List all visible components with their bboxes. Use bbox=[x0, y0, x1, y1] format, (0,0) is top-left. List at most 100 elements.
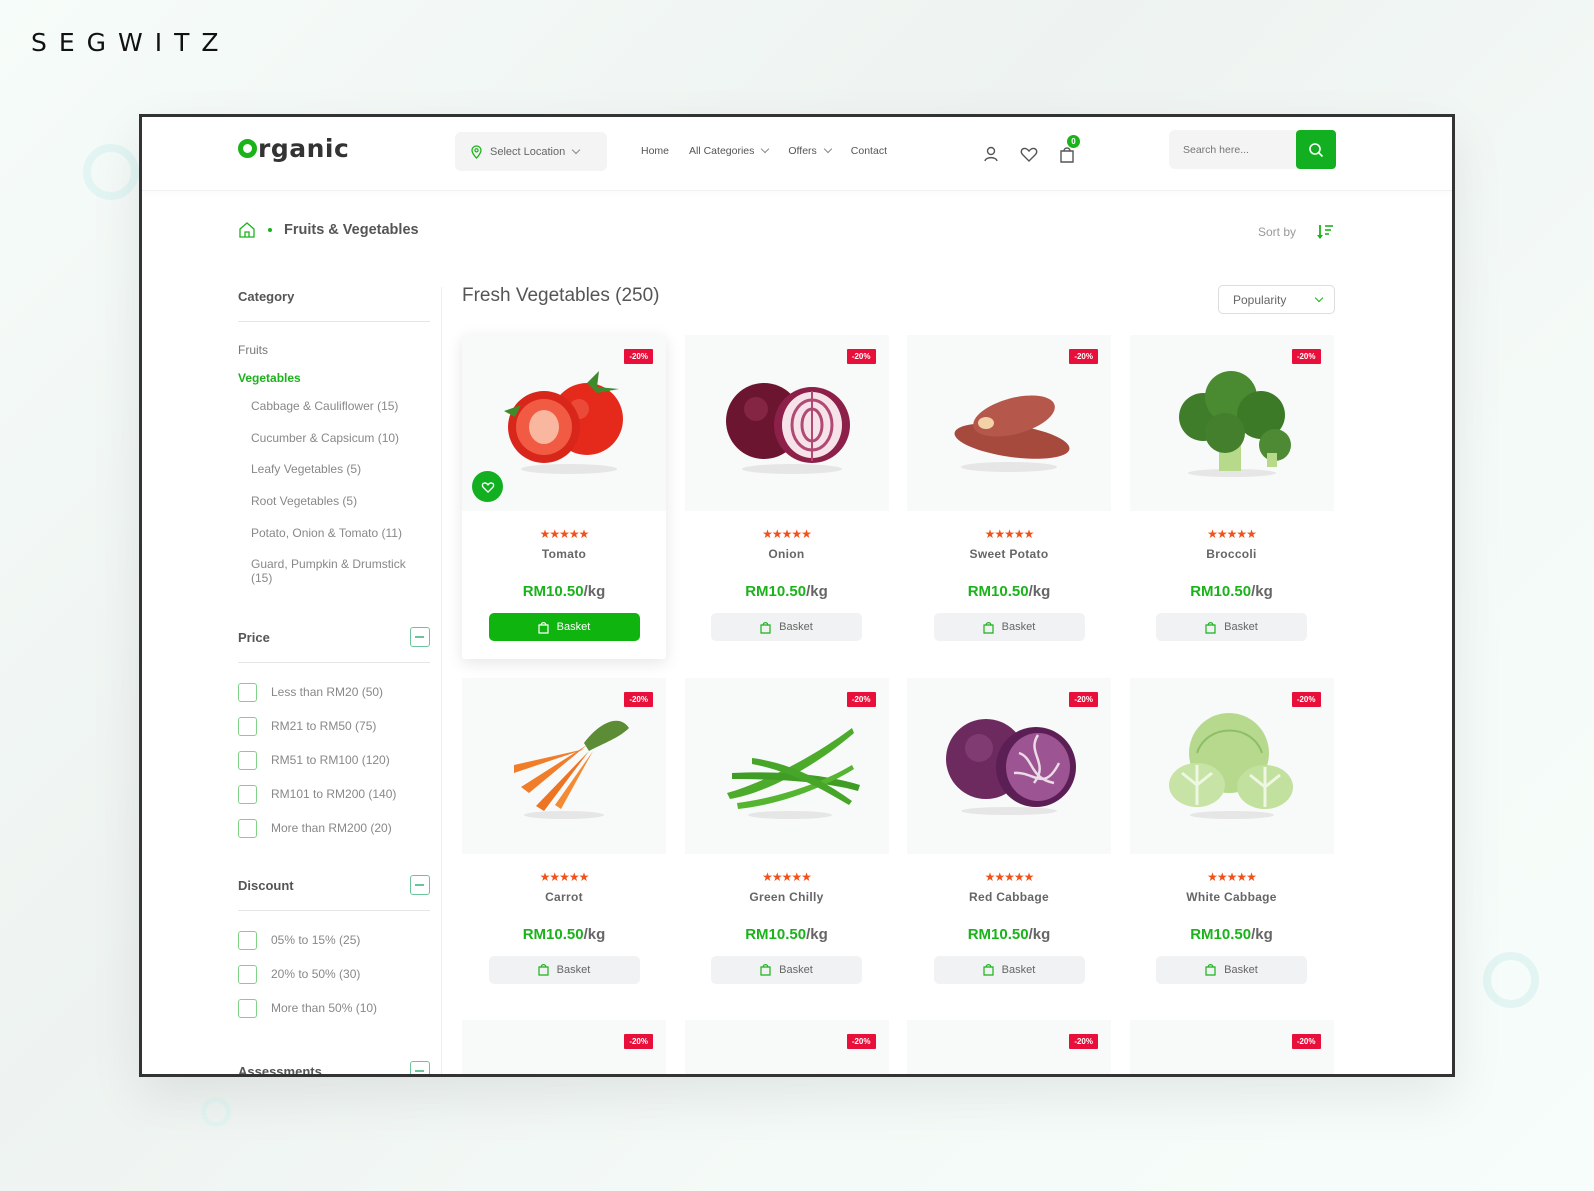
logo-o-icon bbox=[238, 139, 257, 158]
product-card[interactable]: -20% ★★★★★ Onion RM10.50/kg Basket bbox=[684, 335, 889, 659]
discount-option[interactable]: 05% to 15% (25) bbox=[238, 923, 430, 957]
green-chilly-image bbox=[712, 703, 862, 828]
subcategory-item[interactable]: Potato, Onion & Tomato (11) bbox=[238, 526, 430, 558]
account-button[interactable] bbox=[980, 143, 1002, 165]
discount-option[interactable]: More than 50% (10) bbox=[238, 991, 430, 1025]
price-option[interactable]: RM101 to RM200 (140) bbox=[238, 777, 430, 811]
product-card[interactable]: -20% ★★★★★ White Cabbage RM10.50/kg Bask… bbox=[1129, 677, 1334, 1002]
price-option[interactable]: RM21 to RM50 (75) bbox=[238, 709, 430, 743]
product-image[interactable]: -20% bbox=[462, 335, 666, 511]
product-image[interactable]: -20% bbox=[684, 1020, 889, 1074]
search-button[interactable] bbox=[1296, 130, 1336, 169]
price-unit: /kg bbox=[1028, 925, 1051, 943]
select-location-button[interactable]: Select Location bbox=[455, 132, 607, 171]
product-card[interactable]: -20% ★★★★★ Carrot RM10.50/kg Basket bbox=[462, 677, 666, 1002]
collapse-assessments-button[interactable] bbox=[410, 1061, 430, 1074]
option-label: More than 50% (10) bbox=[271, 1001, 378, 1016]
checkbox[interactable] bbox=[238, 682, 257, 702]
star-rating: ★★★★★ bbox=[539, 527, 590, 541]
category-fruits[interactable]: Fruits bbox=[238, 343, 430, 371]
site-logo[interactable]: rganic bbox=[238, 134, 349, 163]
divider bbox=[238, 910, 430, 912]
subcategory-item[interactable]: Guard, Pumpkin & Drumstick (15) bbox=[238, 557, 430, 589]
nav-home[interactable]: Home bbox=[641, 145, 669, 157]
breadcrumb-separator bbox=[268, 228, 272, 232]
price-amount: RM10.50 bbox=[745, 925, 807, 943]
star-rating: ★★★★★ bbox=[539, 869, 590, 884]
product-image[interactable]: -20% bbox=[684, 677, 889, 854]
checkbox[interactable] bbox=[238, 750, 257, 770]
product-card[interactable]: -20% ★★★★★ Tomato RM10.50/kg Basket bbox=[462, 335, 666, 659]
category-vegetables[interactable]: Vegetables bbox=[238, 371, 430, 399]
subcategory-item[interactable]: Root Vegetables (5) bbox=[238, 494, 430, 526]
decorative-ring bbox=[1483, 952, 1539, 1008]
product-card[interactable]: -20% ★★★★★ Sweet Potato RM10.50/kg Baske… bbox=[907, 335, 1111, 659]
add-to-wishlist-button[interactable] bbox=[472, 471, 503, 502]
wishlist-button[interactable] bbox=[1018, 143, 1040, 165]
shopping-bag-icon bbox=[983, 964, 994, 976]
add-to-basket-button[interactable]: Basket bbox=[488, 955, 640, 984]
price-option[interactable]: RM51 to RM100 (120) bbox=[238, 743, 430, 777]
checkbox[interactable] bbox=[238, 930, 257, 950]
basket-label: Basket bbox=[1224, 963, 1258, 976]
checkbox[interactable] bbox=[238, 818, 257, 838]
checkbox[interactable] bbox=[238, 998, 257, 1018]
search-input[interactable] bbox=[1169, 130, 1297, 169]
discount-badge: -20% bbox=[846, 349, 876, 364]
price-unit: /kg bbox=[1251, 925, 1273, 943]
shopping-bag-icon bbox=[538, 964, 549, 976]
product-card[interactable]: -20% bbox=[684, 1020, 889, 1074]
option-label: 20% to 50% (30) bbox=[271, 967, 361, 982]
price-option[interactable]: More than RM200 (20) bbox=[238, 811, 430, 845]
checkbox[interactable] bbox=[238, 964, 257, 984]
add-to-basket-button[interactable]: Basket bbox=[1156, 955, 1307, 984]
subcategory-item[interactable]: Leafy Vegetables (5) bbox=[238, 462, 430, 494]
product-image[interactable]: -20% bbox=[1129, 335, 1334, 511]
product-price: RM10.50/kg bbox=[685, 926, 889, 943]
checkbox[interactable] bbox=[238, 716, 257, 736]
price-unit: /kg bbox=[583, 583, 606, 600]
discount-badge: -20% bbox=[1291, 691, 1321, 707]
product-card[interactable]: -20% ★★★★★ Red Cabbage RM10.50/kg Basket bbox=[907, 677, 1111, 1002]
product-card[interactable]: -20% ★★★★★ Green Chilly RM10.50/kg Baske… bbox=[684, 677, 889, 1002]
collapse-price-button[interactable] bbox=[410, 627, 430, 648]
cart-button[interactable]: 0 bbox=[1056, 135, 1080, 165]
nav-contact[interactable]: Contact bbox=[851, 145, 887, 157]
add-to-basket-button[interactable]: Basket bbox=[933, 613, 1085, 641]
product-image[interactable]: -20% bbox=[907, 335, 1111, 511]
product-card[interactable]: -20% bbox=[907, 1020, 1111, 1074]
nav-offers[interactable]: Offers bbox=[788, 144, 833, 157]
product-card[interactable]: -20% bbox=[1129, 1020, 1334, 1074]
product-image[interactable]: -20% bbox=[684, 335, 889, 511]
add-to-basket-button[interactable]: Basket bbox=[933, 955, 1085, 984]
product-image[interactable]: -20% bbox=[1129, 1020, 1334, 1074]
price-filter-list: Less than RM20 (50) RM21 to RM50 (75) RM… bbox=[238, 675, 430, 845]
add-to-basket-button[interactable]: Basket bbox=[711, 613, 862, 641]
assessments-title: Assessments bbox=[238, 1063, 322, 1077]
sort-select[interactable]: Popularity bbox=[1218, 285, 1335, 314]
add-to-basket-button[interactable]: Basket bbox=[488, 613, 640, 641]
product-image[interactable]: -20% bbox=[462, 1020, 666, 1074]
discount-badge: -20% bbox=[624, 1034, 653, 1049]
option-label: RM101 to RM200 (140) bbox=[271, 787, 397, 802]
discount-badge: -20% bbox=[1291, 1034, 1321, 1049]
home-icon[interactable] bbox=[238, 221, 256, 239]
add-to-basket-button[interactable]: Basket bbox=[1156, 613, 1307, 641]
product-image[interactable]: -20% bbox=[462, 677, 666, 854]
subcategory-item[interactable]: Cabbage & Cauliflower (15) bbox=[238, 399, 430, 431]
discount-badge: -20% bbox=[1069, 1034, 1098, 1049]
nav-all-categories[interactable]: All Categories bbox=[689, 144, 770, 157]
product-image[interactable]: -20% bbox=[1129, 677, 1334, 854]
sort-by[interactable]: Sort by bbox=[1258, 223, 1334, 241]
checkbox[interactable] bbox=[238, 784, 257, 804]
price-option[interactable]: Less than RM20 (50) bbox=[238, 675, 430, 709]
product-card[interactable]: -20% bbox=[462, 1020, 666, 1074]
product-image[interactable]: -20% bbox=[907, 677, 1111, 854]
subcategory-item[interactable]: Cucumber & Capsicum (10) bbox=[238, 431, 430, 463]
add-to-basket-button[interactable]: Basket bbox=[711, 955, 862, 984]
breadcrumb: Fruits & Vegetables bbox=[238, 221, 419, 239]
discount-option[interactable]: 20% to 50% (30) bbox=[238, 957, 430, 991]
collapse-discount-button[interactable] bbox=[410, 875, 430, 896]
product-image[interactable]: -20% bbox=[907, 1020, 1111, 1074]
product-card[interactable]: -20% ★★★★★ Broccoli RM10.50/kg Basket bbox=[1129, 335, 1334, 659]
